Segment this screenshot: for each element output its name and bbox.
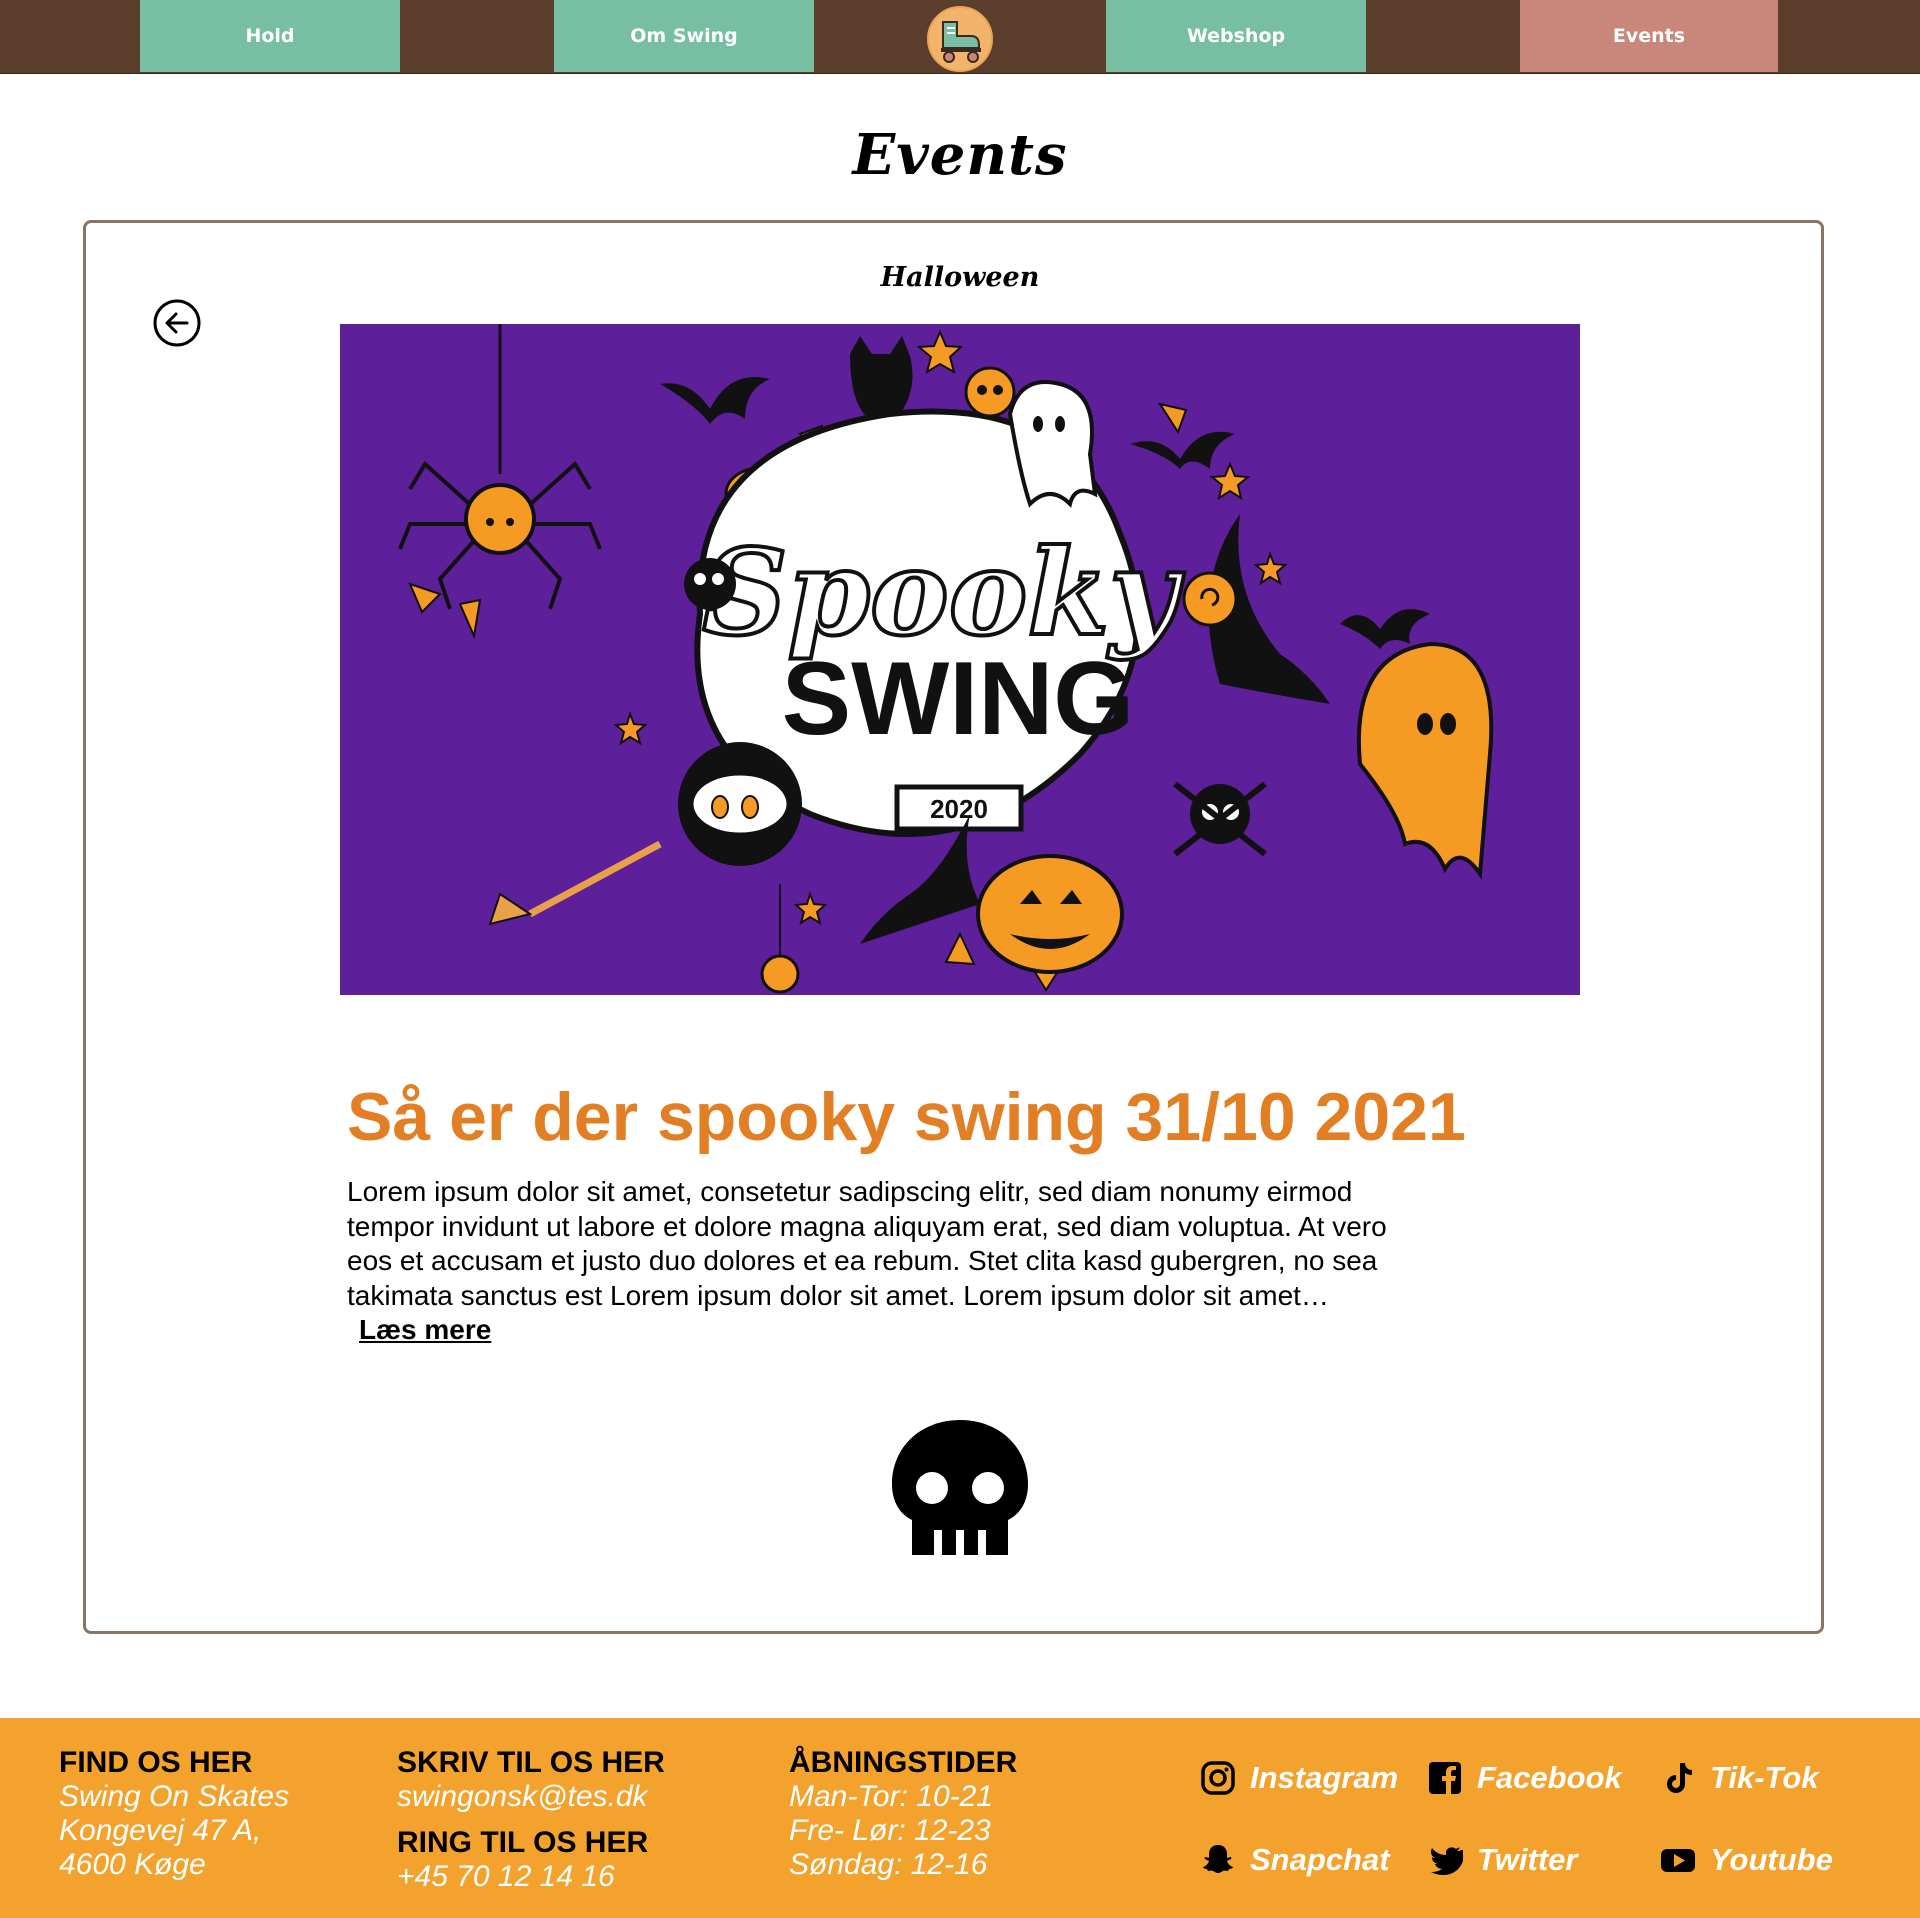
roller-skate-icon	[929, 8, 991, 70]
banner-year: 2020	[930, 794, 988, 824]
footer-hours-line: Søndag: 12-16	[789, 1848, 988, 1881]
tiktok-icon	[1667, 1763, 1692, 1793]
instagram-icon	[1201, 1761, 1235, 1795]
skull-icon	[890, 1418, 1030, 1555]
social-link-snapchat[interactable]: Snapchat	[1200, 1842, 1390, 1878]
back-button[interactable]	[153, 299, 201, 347]
facebook-icon	[1429, 1762, 1461, 1794]
social-label: Tik-Tok	[1710, 1760, 1819, 1795]
event-description: Lorem ipsum dolor sit amet, consetetur s…	[347, 1175, 1387, 1348]
footer-address-line: 4600 Køge	[59, 1848, 206, 1881]
page-title: Events	[852, 122, 1068, 188]
footer-find-us-heading: FIND OS HER	[59, 1746, 253, 1779]
footer-contact: SKRIV TIL OS HER swingonsk@tes.dk RING T…	[397, 1746, 665, 1894]
banner-main-word: SWING	[782, 641, 1134, 757]
footer-call-us-heading: RING TIL OS HER	[397, 1826, 649, 1859]
nav-item-label: Webshop	[1186, 25, 1286, 47]
main-nav: Hold Om Swing Webshop Events	[0, 0, 1920, 74]
social-link-instagram[interactable]: Instagram	[1200, 1760, 1398, 1796]
nav-item-om-swing[interactable]: Om Swing	[554, 0, 814, 72]
social-link-youtube[interactable]: Youtube	[1660, 1842, 1833, 1878]
footer-hours-heading: ÅBNINGSTIDER	[789, 1746, 1018, 1779]
footer-hours: ÅBNINGSTIDER Man-Tor: 10-21 Fre- Lør: 12…	[789, 1746, 1017, 1882]
nav-item-label: Hold	[245, 25, 295, 47]
social-label: Snapchat	[1250, 1842, 1390, 1877]
twitter-icon	[1431, 1847, 1463, 1875]
footer-hours-line: Fre- Lør: 12-23	[789, 1814, 991, 1847]
social-link-twitter[interactable]: Twitter	[1427, 1842, 1577, 1878]
footer-phone-link[interactable]: +45 70 12 14 16	[397, 1860, 665, 1894]
nav-item-label: Events	[1612, 25, 1686, 47]
nav-item-webshop[interactable]: Webshop	[1106, 0, 1366, 72]
social-link-tiktok[interactable]: Tik-Tok	[1660, 1760, 1819, 1796]
nav-item-events[interactable]: Events	[1520, 0, 1778, 72]
social-link-facebook[interactable]: Facebook	[1427, 1760, 1622, 1796]
arrow-left-circle-icon	[153, 299, 201, 347]
footer: FIND OS HER Swing On Skates Kongevej 47 …	[0, 1718, 1920, 1918]
footer-write-us-heading: SKRIV TIL OS HER	[397, 1746, 665, 1779]
event-banner-image: Spooky SWING 2020	[340, 324, 1580, 995]
read-more-link[interactable]: Læs mere	[359, 1314, 491, 1345]
footer-address-line: Swing On Skates	[59, 1780, 290, 1813]
social-label: Youtube	[1710, 1842, 1833, 1877]
roller-skate-logo[interactable]	[927, 6, 993, 72]
footer-email-link[interactable]: swingonsk@tes.dk	[397, 1780, 665, 1814]
youtube-icon	[1661, 1849, 1695, 1872]
nav-item-label: Om Swing	[630, 25, 738, 47]
nav-item-hold[interactable]: Hold	[140, 0, 400, 72]
social-label: Facebook	[1477, 1760, 1622, 1795]
footer-hours-line: Man-Tor: 10-21	[789, 1780, 993, 1813]
social-label: Twitter	[1477, 1842, 1578, 1877]
event-name: Halloween	[880, 262, 1040, 293]
event-body-text: Lorem ipsum dolor sit amet, consetetur s…	[347, 1176, 1387, 1311]
social-label: Instagram	[1250, 1760, 1399, 1795]
event-heading: Så er der spooky swing 31/10 2021	[347, 1079, 1466, 1155]
snapchat-icon	[1203, 1845, 1233, 1873]
footer-address-line: Kongevej 47 A,	[59, 1814, 262, 1847]
footer-find-us: FIND OS HER Swing On Skates Kongevej 47 …	[59, 1746, 289, 1882]
